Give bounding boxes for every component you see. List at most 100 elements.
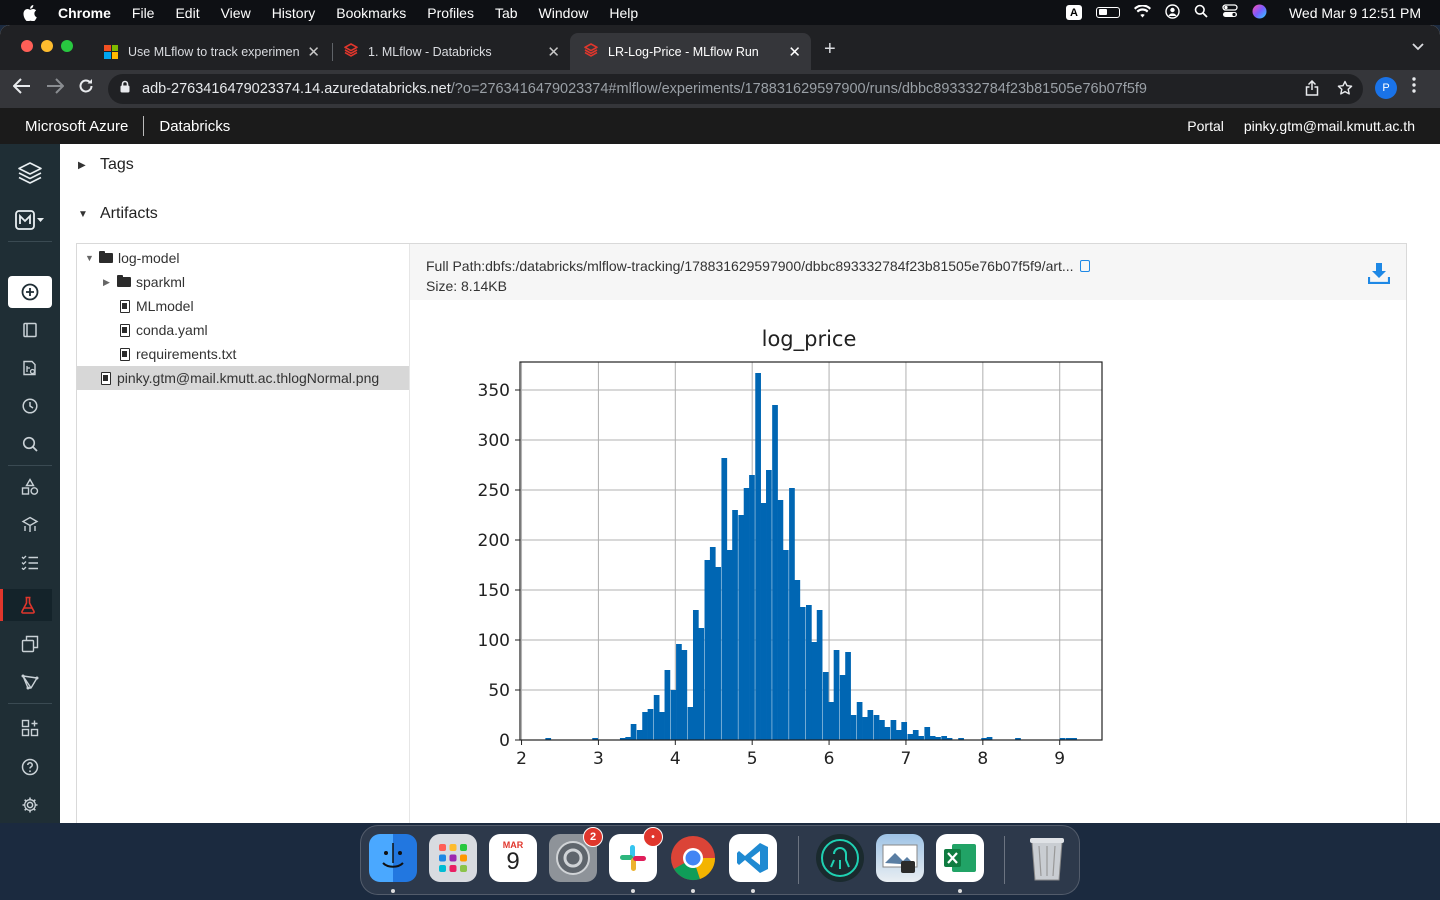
layers-logo-icon[interactable] [8,157,52,189]
search-icon[interactable] [8,428,52,460]
system-preferences-icon[interactable]: 2 [549,827,603,882]
apple-menu-icon[interactable] [18,4,42,21]
close-tab-icon[interactable]: ✕ [547,43,560,61]
reload-icon[interactable] [78,78,94,99]
tree-item-sparkml[interactable]: ▶ sparkml [103,270,185,294]
chrome-icon[interactable] [669,834,717,882]
menu-window[interactable]: Window [539,5,589,21]
histogram-bar [704,560,711,740]
new-tab-plus-icon[interactable]: + [824,38,836,61]
menu-view[interactable]: View [221,5,251,21]
menu-history[interactable]: History [272,5,316,21]
tree-item-label: sparkml [136,274,186,290]
y-tick-label: 50 [488,681,510,701]
portal-link[interactable]: Portal [1187,118,1224,134]
spotlight-search-icon[interactable] [1194,4,1208,21]
histogram-bar [755,373,761,740]
tree-item-label: pinky.gtm@mail.kmutt.ac.thlogNormal.png [117,370,380,386]
artifact-preview: Full Path:dbfs:/databricks/mlflow-tracki… [410,244,1406,823]
jobs-list-icon[interactable] [8,546,52,578]
caret-right-icon: ▶ [78,159,86,171]
caret-right-icon[interactable]: ▶ [103,277,117,288]
calendar-icon[interactable]: MAR 9 [489,834,537,882]
tab-mlflow-databricks[interactable]: 1. MLflow - Databricks ✕ [330,33,570,70]
battery-icon[interactable] [1095,7,1120,18]
tree-item-requirements[interactable]: requirements.txt [120,342,236,366]
tree-item-log-model[interactable]: ▼ log-model [85,246,179,270]
lock-icon[interactable] [120,80,130,98]
feature-store-icon[interactable] [8,628,52,660]
brand-azure[interactable]: Microsoft Azure [25,118,128,135]
menu-profiles[interactable]: Profiles [427,5,474,21]
tab-title: 1. MLflow - Databricks [368,44,492,59]
tree-item-lognormal-png[interactable]: pinky.gtm@mail.kmutt.ac.thlogNormal.png [77,366,409,390]
repos-icon[interactable] [8,352,52,384]
sidebar-divider [8,241,52,242]
close-tab-icon[interactable]: ✕ [307,43,320,61]
user-switch-icon[interactable] [1165,3,1180,22]
persona-switcher-icon[interactable] [8,204,52,236]
download-icon[interactable] [1367,262,1391,287]
compute-icon[interactable] [8,509,52,541]
help-icon[interactable] [8,751,52,783]
tree-item-label: log-model [118,250,180,266]
url-text[interactable]: adb-2763416479023374.14.azuredatabricks.… [142,81,1147,97]
artifacts-section-toggle[interactable]: ▼ Artifacts [78,205,158,223]
input-source-icon[interactable]: A [1065,5,1082,20]
tags-section-toggle[interactable]: ▶ Tags [78,156,134,174]
recents-clock-icon[interactable] [8,390,52,422]
control-center-icon[interactable] [1222,4,1238,21]
siri-icon[interactable] [1252,4,1267,22]
window-zoom-button[interactable] [61,40,73,52]
partner-connect-icon[interactable] [8,712,52,744]
excel-icon[interactable] [936,834,984,882]
tab-mlflow-docs[interactable]: Use MLflow to track experimen ✕ [90,33,330,70]
histogram-bar [873,715,880,740]
vscode-icon[interactable] [729,834,777,882]
workspace-icon[interactable] [8,314,52,346]
launchpad-icon[interactable] [429,834,477,882]
data-shapes-icon[interactable] [8,471,52,503]
bookmark-star-icon[interactable] [1337,80,1353,100]
profile-avatar[interactable]: P [1375,77,1397,99]
share-icon[interactable] [1305,79,1319,100]
gitkraken-icon[interactable] [816,834,864,882]
menu-app-chrome[interactable]: Chrome [58,5,111,21]
back-arrow-icon[interactable] [12,78,31,99]
window-close-button[interactable] [21,40,33,52]
finder-icon[interactable] [369,834,417,882]
caret-down-icon[interactable]: ▼ [85,253,99,263]
create-plus-icon[interactable] [8,276,52,308]
forward-arrow-icon[interactable] [46,78,65,99]
tree-item-mlmodel[interactable]: MLmodel [120,294,194,318]
window-minimize-button[interactable] [41,40,53,52]
trash-icon[interactable] [1023,834,1071,882]
histogram-bar [856,702,863,740]
address-bar[interactable]: adb-2763416479023374.14.azuredatabricks.… [108,74,1363,104]
tree-item-conda-yaml[interactable]: conda.yaml [120,318,208,342]
brand-databricks[interactable]: Databricks [159,118,230,135]
experiments-flask-icon[interactable] [0,589,52,621]
preview-app-icon[interactable] [876,834,924,882]
tab-lr-log-price-run[interactable]: LR-Log-Price - MLflow Run ✕ [570,33,811,70]
tab-search-chevron-icon[interactable] [1412,40,1424,54]
histogram-bar [833,650,840,740]
browser-menu-icon[interactable] [1412,77,1416,98]
copy-path-icon[interactable] [1079,260,1090,272]
running-indicator [958,889,962,893]
menu-clock[interactable]: Wed Mar 9 12:51 PM [1289,5,1421,21]
menu-file[interactable]: File [132,5,155,21]
slack-icon[interactable]: • [609,827,663,882]
user-menu[interactable]: pinky.gtm@mail.kmutt.ac.th [1244,118,1415,134]
x-tick-label: 4 [670,749,681,764]
menu-help[interactable]: Help [609,5,638,21]
menu-tab[interactable]: Tab [495,5,518,21]
histogram-bar [845,652,851,740]
settings-gear-icon[interactable] [8,789,52,821]
menu-edit[interactable]: Edit [175,5,199,21]
close-tab-icon[interactable]: ✕ [788,43,801,61]
wifi-icon[interactable] [1133,3,1151,21]
menu-bookmarks[interactable]: Bookmarks [336,5,406,21]
histogram-bar [676,644,682,740]
models-icon[interactable] [8,666,52,698]
